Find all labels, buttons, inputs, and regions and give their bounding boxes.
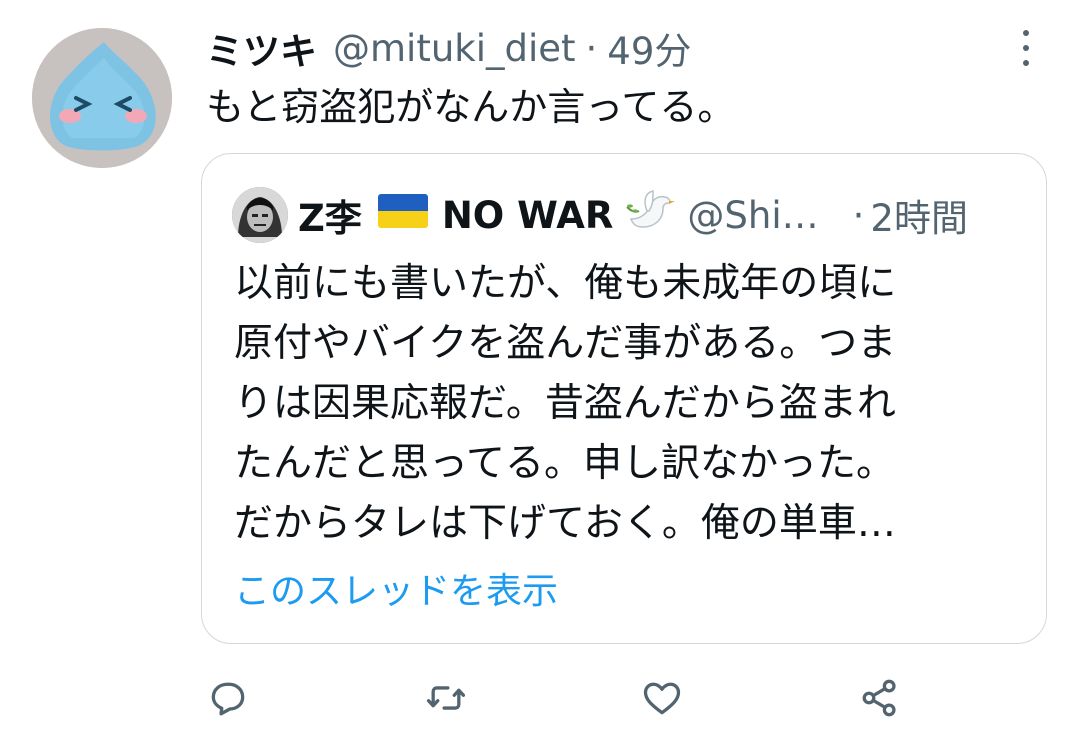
show-thread-link[interactable]: このスレッドを表示 [234,562,558,614]
reply-icon[interactable] [202,672,254,724]
quoted-author-name: Z李 [298,197,362,240]
retweet-icon[interactable] [420,672,472,724]
quoted-tweet-header: Z李 NO WAR @Shi… · 2時間 [232,187,968,243]
more-dot [1023,60,1029,66]
tweet-action-bar [0,672,1079,724]
quoted-text-line: たんだと思ってる。申し訳なかった。 [234,441,896,486]
author-name[interactable]: ミツキ [206,21,317,75]
more-dot [1023,45,1029,51]
quoted-text-line: 原付やバイクを盗んだ事がある。つま [234,321,897,366]
more-dot [1023,30,1029,36]
author-avatar[interactable] [32,28,172,168]
quoted-author-name-suffix: NO WAR [441,193,614,237]
quoted-author-handle: @Shi… [687,193,819,237]
tweet-text: もと窃盗犯がなんか言ってる。 [206,85,736,129]
dove-icon [625,189,677,242]
separator-dot: · [585,26,598,70]
illustrated-face-avatar-image [232,187,288,243]
quoted-tweet-text: 以前にも書いたが、俺も未成年の頃に 原付やバイクを盗んだ事がある。つま りは因果… [234,254,1024,554]
quoted-author-avatar [232,187,288,243]
slime-avatar-image [32,28,172,168]
more-vertical-icon[interactable] [1014,28,1038,68]
quoted-text-line: りは因果応報だ。昔盗んだから盗まれ [234,381,896,426]
quoted-tweet-card[interactable]: Z李 NO WAR @Shi… · 2時間 以前にも書いたが、俺も未成年の頃に … [201,153,1047,644]
quoted-tweet-time: 2時間 [870,197,968,240]
separator-dot: · [852,193,865,237]
tweet-header: ミツキ @mituki_diet · 49分 [206,21,691,75]
heart-icon[interactable] [636,672,688,724]
author-handle[interactable]: @mituki_diet [333,27,576,70]
ukraine-flag-icon [377,193,428,237]
share-icon[interactable] [854,672,906,724]
tweet-time[interactable]: 49分 [607,21,691,75]
quoted-text-line: 以前にも書いたが、俺も未成年の頃に [234,261,897,306]
quoted-text-line: だからタレは下げておく。俺の単車… [234,501,896,546]
